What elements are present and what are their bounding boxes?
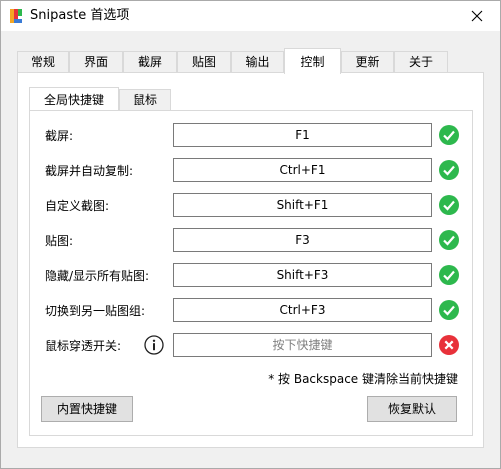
tab-about[interactable]: 关于	[394, 51, 448, 73]
tab-general[interactable]: 常规	[17, 51, 69, 73]
window-title: Snipaste 首选项	[30, 8, 130, 23]
check-icon	[439, 195, 459, 215]
hotkey-input-snip[interactable]: F1	[173, 123, 432, 147]
shortcut-label: 隐藏/显示所有贴图:	[45, 269, 150, 283]
tab-update[interactable]: 更新	[341, 51, 394, 73]
shortcut-row-snip: 截屏: F1	[30, 123, 474, 149]
tab-global-shortcuts[interactable]: 全局快捷键	[29, 87, 119, 112]
restore-defaults-button[interactable]: 恢复默认	[367, 396, 457, 422]
shortcut-row-custom-snip: 自定义截图: Shift+F1	[30, 193, 474, 219]
title-bar: Snipaste 首选项	[1, 1, 500, 31]
error-icon	[439, 335, 459, 355]
shortcut-label: 截屏并自动复制:	[45, 164, 134, 178]
hotkey-input-toggle-pastes[interactable]: Shift+F3	[173, 263, 432, 287]
shortcut-label: 截屏:	[45, 129, 74, 143]
tab-interface[interactable]: 界面	[69, 51, 123, 73]
check-icon	[439, 230, 459, 250]
builtin-shortcuts-button[interactable]: 内置快捷键	[41, 396, 133, 422]
info-icon[interactable]	[144, 335, 164, 355]
preferences-window: Snipaste 首选项 常规 界面 截屏 贴图 输出 控制 更新 关于 全局快…	[0, 0, 501, 469]
tab-paste[interactable]: 贴图	[177, 51, 231, 73]
tab-mouse[interactable]: 鼠标	[119, 89, 171, 111]
shortcut-label: 自定义截图:	[45, 199, 110, 213]
close-icon	[471, 10, 483, 22]
global-shortcuts-panel: 截屏: F1 截屏并自动复制: Ctrl+F1 自定义截图: Shift+F1 …	[29, 110, 473, 436]
shortcut-row-switch-group: 切换到另一贴图组: Ctrl+F3	[30, 298, 474, 324]
hotkey-input-mouse-passthrough[interactable]: 按下快捷键	[173, 333, 432, 357]
shortcut-row-paste: 贴图: F3	[30, 228, 474, 254]
shortcut-row-snip-copy: 截屏并自动复制: Ctrl+F1	[30, 158, 474, 184]
hotkey-input-switch-group[interactable]: Ctrl+F3	[173, 298, 432, 322]
hotkey-input-paste[interactable]: F3	[173, 228, 432, 252]
shortcut-label: 切换到另一贴图组:	[45, 304, 146, 318]
shortcut-label: 贴图:	[45, 234, 74, 248]
tab-snip[interactable]: 截屏	[123, 51, 177, 73]
close-button[interactable]	[454, 1, 500, 31]
hotkey-input-snip-copy[interactable]: Ctrl+F1	[173, 158, 432, 182]
shortcut-row-mouse-passthrough: 鼠标穿透开关: 按下快捷键	[30, 333, 474, 359]
hotkey-input-custom-snip[interactable]: Shift+F1	[173, 193, 432, 217]
check-icon	[439, 160, 459, 180]
backspace-hint: * 按 Backspace 键清除当前快捷键	[268, 372, 458, 386]
snipaste-logo-icon	[9, 8, 25, 24]
tab-control[interactable]: 控制	[284, 48, 341, 74]
check-icon	[439, 265, 459, 285]
check-icon	[439, 125, 459, 145]
shortcut-label: 鼠标穿透开关:	[45, 339, 122, 353]
check-icon	[439, 300, 459, 320]
tab-output[interactable]: 输出	[231, 51, 284, 73]
shortcut-row-toggle-pastes: 隐藏/显示所有贴图: Shift+F3	[30, 263, 474, 289]
